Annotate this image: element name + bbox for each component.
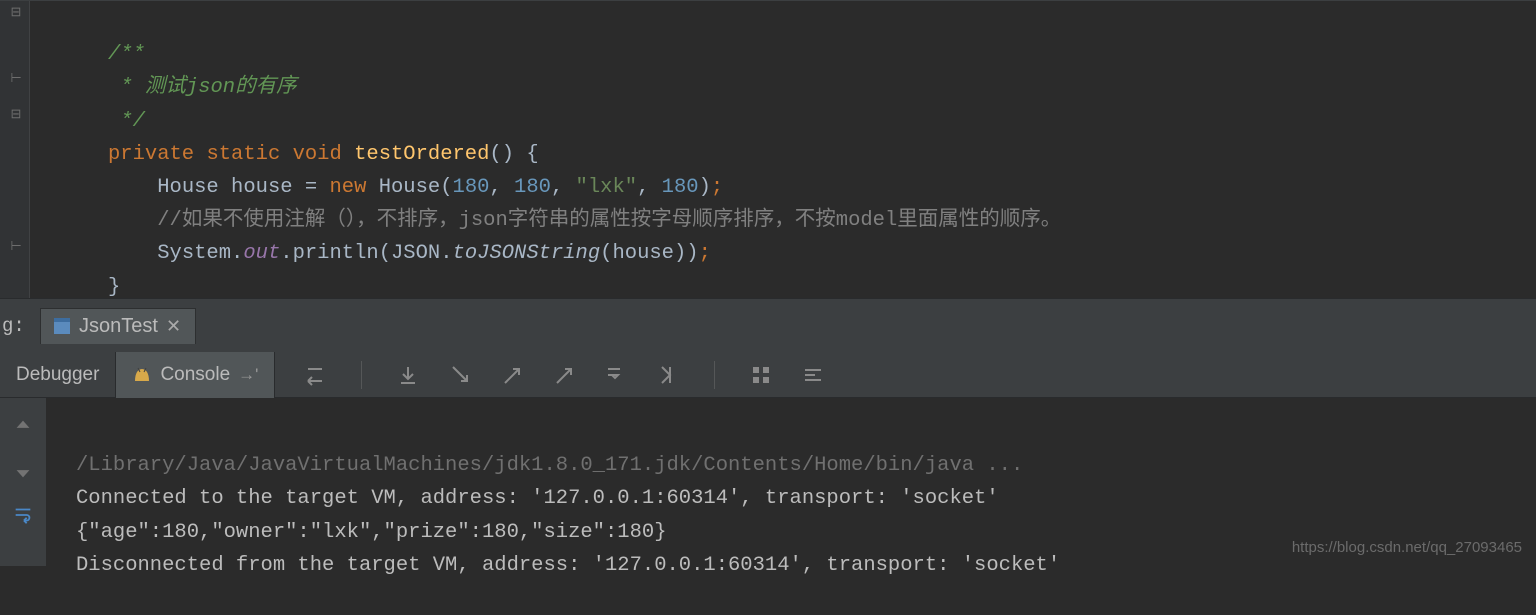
run-tab-label: JsonTest [79,315,158,338]
code-text: () { [489,143,538,166]
paren: ( [440,176,452,199]
code-editor[interactable]: ⊟ ⊢ ⊟ ⊢ /** * 测试json的有序 */ private stati… [0,0,1536,298]
doc-comment: * 测试json的有序 [108,76,297,99]
wrap-lines-button[interactable] [12,504,34,526]
fold-end-icon: ⊢ [10,73,22,85]
close-icon[interactable]: ✕ [166,316,181,337]
grid-button[interactable] [749,363,773,387]
settings-button[interactable] [801,363,825,387]
doc-comment: */ [108,110,145,133]
keyword: private [108,143,194,166]
fold-end-icon: ⊢ [10,241,22,253]
separator [714,361,715,389]
semicolon: ; [711,176,723,199]
type: House [157,176,219,199]
line-comment: //如果不使用注解（），不排序，json字符串的属性按字母顺序排序，不按mode… [157,209,1061,232]
console-line: Disconnected from the target VM, address… [76,554,1060,577]
step-over-button[interactable] [303,363,327,387]
class-ref: System [157,242,231,265]
tab-console[interactable]: Console →' [116,352,275,398]
console-side-toolbar [0,398,46,566]
tab-debugger[interactable]: Debugger [0,352,116,398]
console-line: /Library/Java/JavaVirtualMachines/jdk1.8… [76,454,1023,477]
watermark: https://blog.csdn.net/qq_27093465 [1292,539,1522,556]
number: 180 [514,176,551,199]
scroll-to-source-button[interactable] [656,363,680,387]
run-tool-window-tabs: g: JsonTest ✕ [0,298,1536,352]
console-toolbar [275,361,825,389]
up-arrow-button[interactable] [12,416,34,438]
tab-label: Debugger [16,364,99,386]
variable: house [612,242,674,265]
scroll-to-end-button[interactable] [396,363,420,387]
console-line: {"age":180,"owner":"lxk","prize":180,"si… [76,521,667,544]
export-button[interactable] [552,363,576,387]
brace-close: } [108,276,120,299]
console-line: Connected to the target VM, address: '12… [76,487,999,510]
number: 180 [453,176,490,199]
keyword: void [293,143,342,166]
code-area[interactable]: /** * 测试json的有序 */ private static void t… [30,1,1061,298]
number: 180 [662,176,699,199]
step-out-button[interactable] [500,363,524,387]
debug-tool-tabs: Debugger Console →' [0,352,1536,398]
console-output[interactable]: /Library/Java/JavaVirtualMachines/jdk1.8… [46,398,1060,566]
static-method: toJSONString [453,242,601,265]
doc-comment: /** [108,43,145,66]
tomcat-icon [132,365,152,385]
step-into-button[interactable] [448,363,472,387]
constructor: House [379,176,441,199]
method-call: println [293,242,379,265]
soft-wrap-button[interactable] [604,363,628,387]
fold-toggle-icon[interactable]: ⊟ [10,7,22,19]
down-arrow-button[interactable] [12,460,34,482]
separator [361,361,362,389]
tab-label: Console [160,364,230,386]
code-text: = [293,176,330,199]
redirect-indicator: →' [238,365,258,385]
keyword: static [206,143,280,166]
keyword: new [329,176,366,199]
field-out: out [243,242,280,265]
variable: house [231,176,293,199]
editor-gutter: ⊟ ⊢ ⊟ ⊢ [0,1,30,298]
run-configuration-tab[interactable]: JsonTest ✕ [40,308,196,344]
fold-toggle-icon[interactable]: ⊟ [10,109,22,121]
run-label: g: [0,315,40,337]
method-name: testOrdered [354,143,489,166]
app-icon [53,317,71,335]
class-ref: JSON [391,242,440,265]
string: "lxk" [576,176,638,199]
